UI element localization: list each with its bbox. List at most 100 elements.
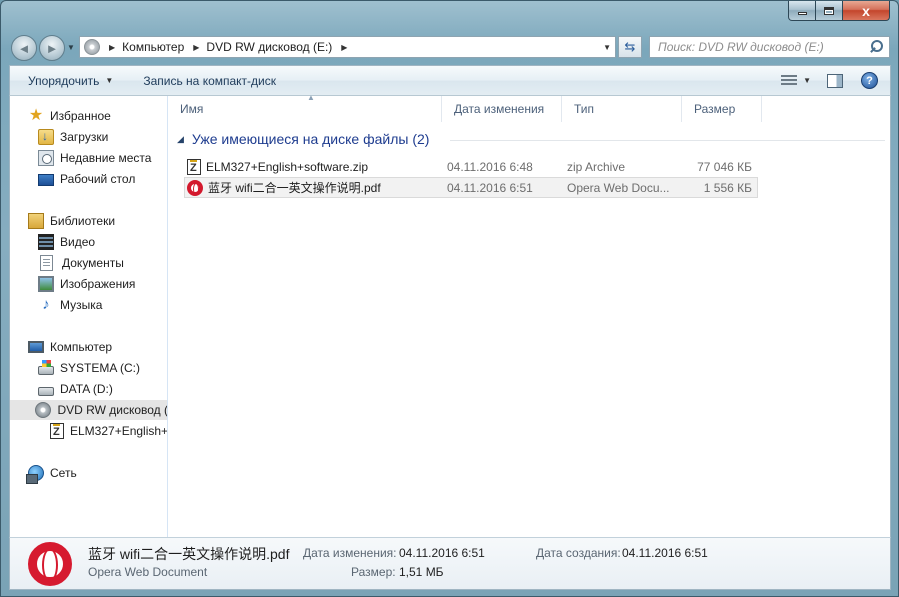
documents-library-icon: [40, 255, 53, 271]
view-options-dropdown-icon[interactable]: ▼: [803, 76, 811, 85]
desktop-icon: [38, 174, 54, 186]
video-library-icon: [38, 234, 54, 250]
sidebar-item-recent-places[interactable]: Недавние места: [38, 148, 151, 168]
dvd-drive-icon: [35, 402, 52, 418]
breadcrumb-separator-icon[interactable]: ▶: [341, 43, 347, 52]
sidebar-item-drive-c[interactable]: SYSTEMA (C:): [38, 358, 140, 378]
sidebar-item-label: Компьютер: [50, 340, 113, 354]
details-size-value: 1,51 МБ: [399, 565, 444, 579]
help-icon[interactable]: ?: [861, 72, 878, 89]
refresh-button[interactable]: ⇆: [618, 36, 642, 58]
navigation-pane[interactable]: ★ Избранное Загрузки Недавние места Рабо…: [10, 96, 168, 537]
column-header-label: Размер: [694, 102, 736, 116]
recent-pages-dropdown[interactable]: ▼: [67, 43, 75, 52]
organize-menu-button[interactable]: Упорядочить ▼: [10, 66, 125, 95]
computer-icon: [28, 341, 44, 353]
command-bar-right: ▼ ?: [781, 66, 890, 95]
recent-places-icon: [38, 150, 54, 166]
sidebar-item-video[interactable]: Видео: [38, 232, 95, 252]
sidebar-item-zip-file[interactable]: ELM327+English+: [50, 421, 168, 441]
star-icon: ★: [28, 107, 44, 124]
close-icon: x: [862, 2, 870, 19]
forward-arrow-icon: ►: [45, 40, 59, 56]
details-created-label: Дата создания:: [536, 546, 621, 560]
burn-label: Запись на компакт-диск: [143, 73, 276, 88]
group-divider: [450, 140, 885, 141]
sidebar-item-label: Загрузки: [60, 130, 109, 144]
opera-icon: [187, 179, 203, 196]
sidebar-item-pictures[interactable]: Изображения: [38, 274, 135, 294]
group-title: Уже имеющиеся на диске файлы (2): [191, 131, 430, 147]
search-box[interactable]: Поиск: DVD RW дисковод (E:): [649, 36, 890, 58]
zip-file-icon: [187, 158, 201, 175]
burn-to-disc-button[interactable]: Запись на компакт-диск: [125, 66, 288, 95]
column-header-label: Тип: [574, 102, 595, 116]
system-drive-icon: [38, 360, 54, 375]
forward-button[interactable]: ►: [39, 35, 65, 61]
sidebar-item-dvd-drive[interactable]: DVD RW дисковод (: [10, 400, 168, 420]
file-type: zip Archive: [567, 159, 626, 174]
column-header-label: Дата изменения: [454, 102, 545, 116]
sidebar-item-label: Библиотеки: [50, 214, 116, 228]
breadcrumb-separator-icon[interactable]: ▶: [109, 43, 115, 52]
collapse-triangle-icon[interactable]: ◢: [177, 134, 184, 145]
caption-buttons: x: [788, 1, 890, 21]
file-size: 1 556 КБ: [703, 180, 752, 195]
change-view-icon[interactable]: [781, 74, 798, 87]
sidebar-item-libraries[interactable]: Библиотеки: [28, 211, 115, 231]
details-created-value[interactable]: 04.11.2016 6:51: [622, 546, 708, 560]
details-file-type: Opera Web Document: [88, 565, 208, 579]
search-input[interactable]: Поиск: DVD RW дисковод (E:): [658, 40, 868, 54]
breadcrumb-computer[interactable]: Компьютер: [122, 40, 184, 54]
column-header-date[interactable]: Дата изменения: [442, 96, 562, 122]
organize-label: Упорядочить: [28, 73, 100, 88]
sidebar-item-label: ELM327+English+: [70, 424, 168, 438]
breadcrumb-dvd-drive[interactable]: DVD RW дисковод (E:): [206, 40, 332, 54]
sidebar-item-downloads[interactable]: Загрузки: [38, 127, 108, 147]
column-header-size[interactable]: Размер: [682, 96, 762, 122]
sidebar-item-label: Сеть: [50, 466, 77, 480]
back-button[interactable]: ◄: [11, 35, 37, 61]
close-button[interactable]: x: [843, 1, 890, 21]
file-list[interactable]: Имя ▲ Дата изменения Тип Размер ◢ Уже им…: [168, 94, 890, 537]
sidebar-item-network[interactable]: Сеть: [26, 463, 77, 484]
details-modified-label: Дата изменения:: [303, 546, 397, 560]
sidebar-item-label: DVD RW дисковод (: [57, 403, 168, 417]
pictures-library-icon: [38, 276, 54, 292]
sidebar-item-favorites[interactable]: ★ Избранное: [28, 106, 111, 126]
search-icon[interactable]: [868, 38, 886, 56]
table-row[interactable]: ELM327+English+software.zip 04.11.2016 6…: [184, 156, 758, 177]
details-modified-value[interactable]: 04.11.2016 6:51: [399, 546, 485, 560]
command-bar: Упорядочить ▼ Запись на компакт-диск ▼ ?: [9, 65, 891, 96]
address-history-dropdown-icon[interactable]: ▼: [603, 43, 611, 52]
zip-file-icon: [50, 423, 64, 439]
sidebar-item-computer[interactable]: Компьютер: [28, 337, 112, 357]
table-row[interactable]: 蓝牙 wifi二合一英文操作说明.pdf 04.11.2016 6:51 Ope…: [184, 177, 758, 198]
sidebar-item-label: Рабочий стол: [60, 172, 136, 186]
sidebar-item-music[interactable]: ♪ Музыка: [38, 295, 102, 315]
file-name: 蓝牙 wifi二合一英文操作说明.pdf: [208, 181, 381, 195]
sidebar-item-desktop[interactable]: Рабочий стол: [38, 169, 135, 189]
maximize-button[interactable]: [816, 1, 843, 21]
minimize-button[interactable]: [788, 1, 816, 21]
file-type: Opera Web Docu...: [567, 180, 670, 195]
file-name: ELM327+English+software.zip: [206, 159, 369, 174]
address-bar[interactable]: ▶ Компьютер ▶ DVD RW дисковод (E:) ▶ ▼: [79, 36, 616, 58]
sidebar-item-drive-d[interactable]: DATA (D:): [38, 379, 113, 399]
maximize-icon: [824, 6, 834, 15]
column-header-type[interactable]: Тип: [562, 96, 682, 122]
dvd-drive-icon: [84, 39, 100, 55]
sidebar-item-label: Недавние места: [60, 151, 152, 165]
downloads-folder-icon: [38, 129, 54, 145]
preview-pane-icon[interactable]: [827, 73, 843, 88]
column-header-name[interactable]: Имя ▲: [168, 94, 442, 122]
file-size: 77 046 КБ: [697, 159, 752, 174]
file-date: 04.11.2016 6:51: [447, 180, 533, 195]
hard-drive-icon: [38, 387, 54, 396]
file-group-header[interactable]: ◢ Уже имеющиеся на диске файлы (2): [177, 131, 429, 147]
sidebar-item-label: Видео: [60, 235, 96, 249]
sidebar-item-documents[interactable]: Документы: [40, 253, 124, 273]
sidebar-item-label: SYSTEMA (C:): [60, 361, 141, 375]
breadcrumb-separator-icon[interactable]: ▶: [193, 43, 199, 52]
music-note-icon: ♪: [42, 296, 50, 313]
